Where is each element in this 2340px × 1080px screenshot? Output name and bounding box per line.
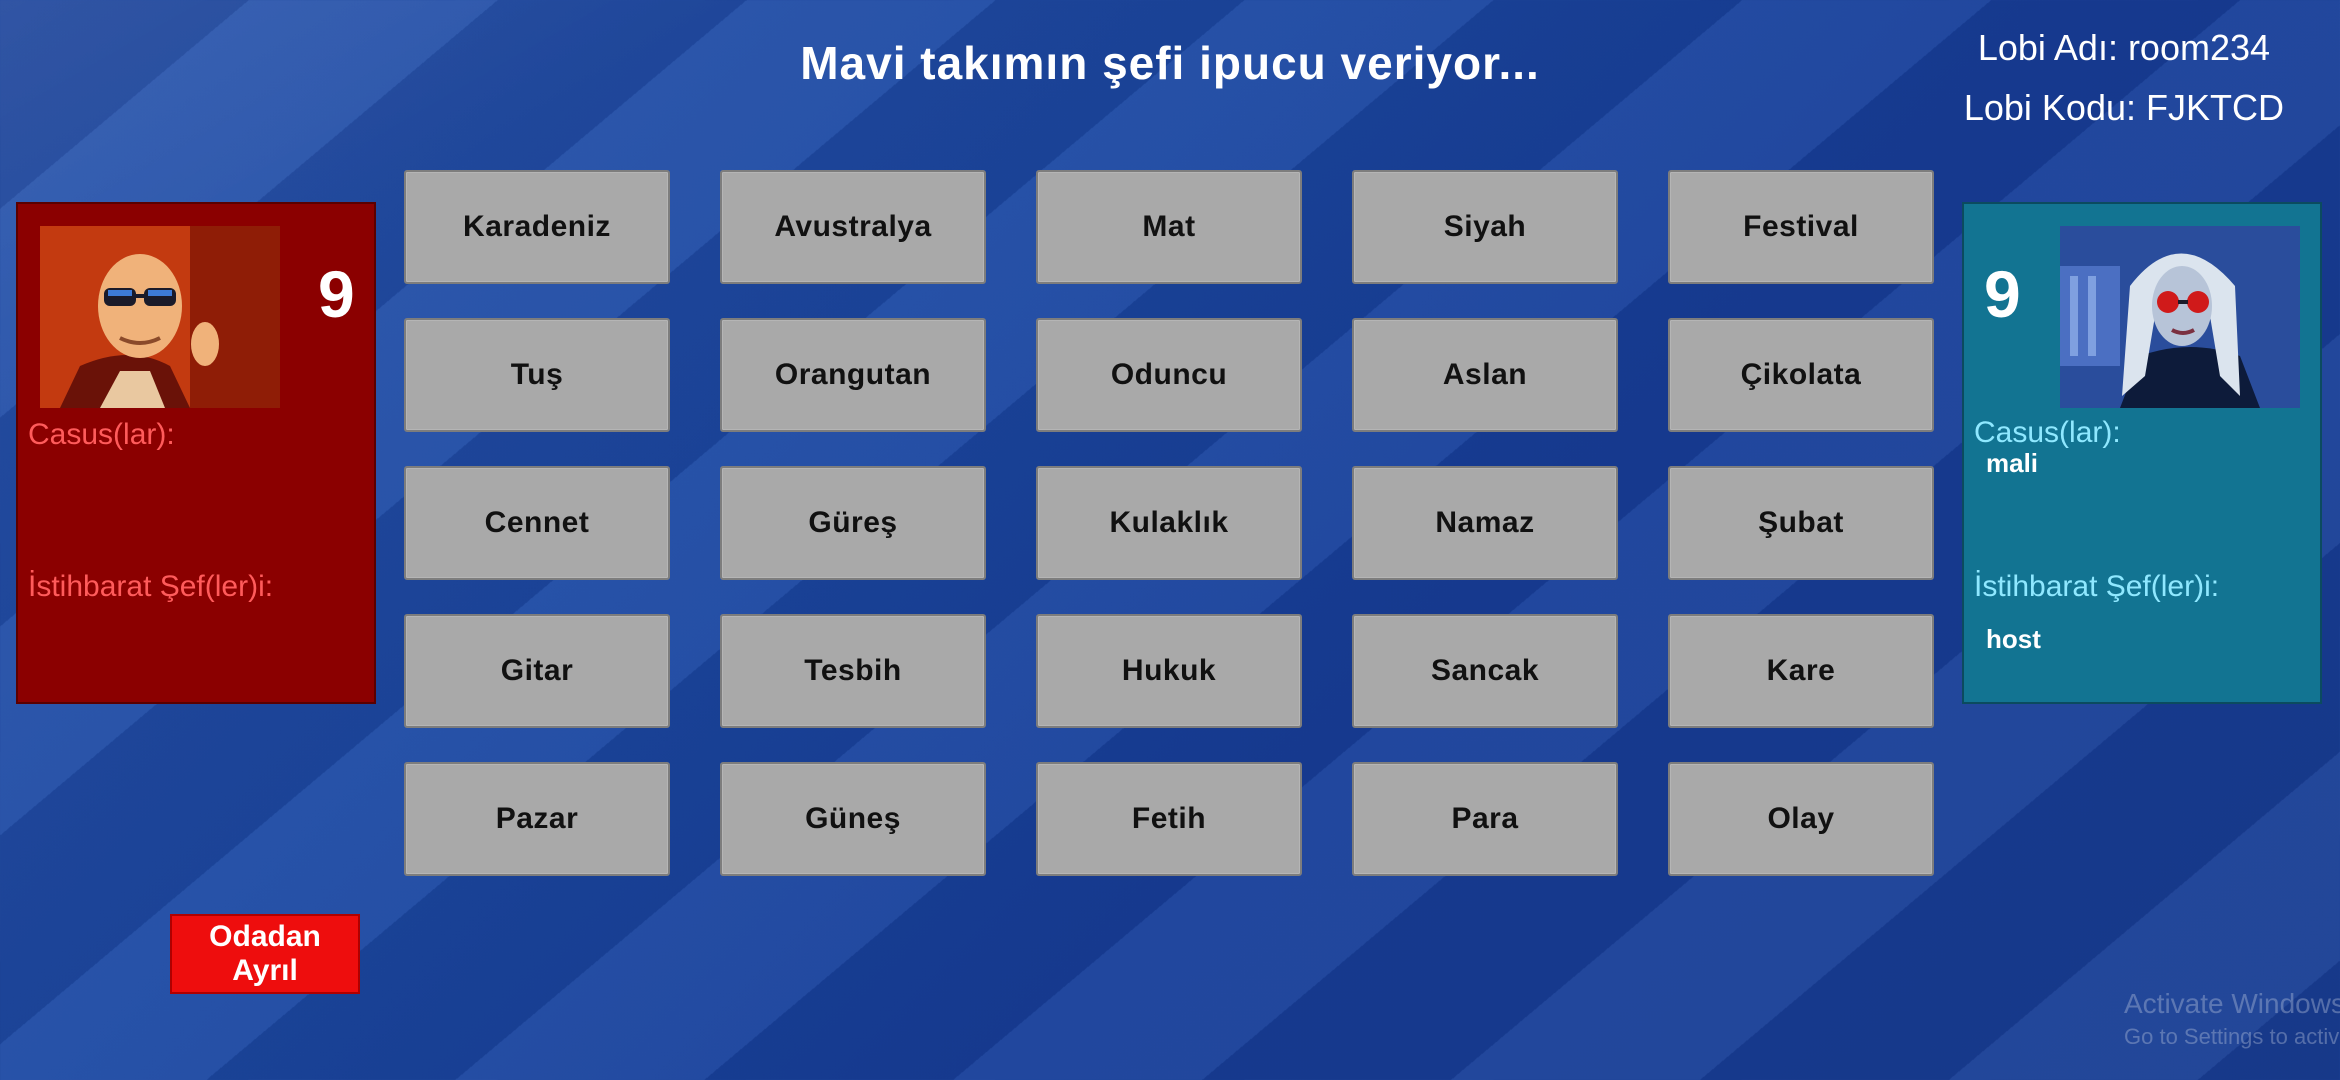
word-card[interactable]: Karadeniz <box>404 170 670 284</box>
word-card[interactable]: Gitar <box>404 614 670 728</box>
word-card[interactable]: Kare <box>1668 614 1934 728</box>
word-card[interactable]: Pazar <box>404 762 670 876</box>
blue-spies-label: Casus(lar): <box>1974 416 2121 449</box>
blue-team-score: 9 <box>1984 257 2021 331</box>
word-card[interactable]: Namaz <box>1352 466 1618 580</box>
word-card[interactable]: Siyah <box>1352 170 1618 284</box>
word-card[interactable]: Güreş <box>720 466 986 580</box>
word-card[interactable]: Oduncu <box>1036 318 1302 432</box>
word-card[interactable]: Aslan <box>1352 318 1618 432</box>
red-spies-label: Casus(lar): <box>28 418 175 451</box>
word-card[interactable]: Tesbih <box>720 614 986 728</box>
blue-chiefs-label: İstihbarat Şef(ler)i: <box>1974 570 2220 603</box>
lobby-code: Lobi Kodu: FJKTCD <box>1963 87 2284 128</box>
word-board: Karadeniz Avustralya Mat Siyah Festival … <box>404 170 1934 876</box>
red-team-panel: 9 Casus(lar): İstihbarat Şef(ler)i: <box>16 202 376 704</box>
word-card[interactable]: Orangutan <box>720 318 986 432</box>
word-card[interactable]: Şubat <box>1668 466 1934 580</box>
word-card[interactable]: Para <box>1352 762 1618 876</box>
blue-team-panel: 9 Casus(lar): mali İstihbarat Şef(ler)i:… <box>1962 202 2322 704</box>
windows-activation-watermark: Activate Windows Go to Settings to activ… <box>2124 988 2340 1050</box>
lobby-info: Lobi Adı: room234 Lobi Kodu: FJKTCD <box>1964 18 2284 138</box>
red-spy-avatar-icon <box>40 226 280 408</box>
watermark-line-2: Go to Settings to activate Windows. <box>2124 1024 2340 1049</box>
watermark-line-1: Activate Windows <box>2124 988 2340 1019</box>
lobby-name: Lobi Adı: room234 <box>1977 27 2271 68</box>
word-card[interactable]: Olay <box>1668 762 1934 876</box>
blue-chief-player: host <box>1986 624 2041 654</box>
blue-spy-avatar-icon <box>2060 226 2300 408</box>
word-card[interactable]: Festival <box>1668 170 1934 284</box>
word-card[interactable]: Fetih <box>1036 762 1302 876</box>
blue-spy-player: mali <box>1986 448 2039 478</box>
word-card[interactable]: Tuş <box>404 318 670 432</box>
word-card[interactable]: Güneş <box>720 762 986 876</box>
word-card[interactable]: Cennet <box>404 466 670 580</box>
blue-team-avatar <box>2060 226 2300 408</box>
word-card[interactable]: Sancak <box>1352 614 1618 728</box>
leave-room-button[interactable]: Odadan Ayrıl <box>170 914 360 994</box>
word-card[interactable]: Hukuk <box>1036 614 1302 728</box>
word-card[interactable]: Mat <box>1036 170 1302 284</box>
word-card[interactable]: Avustralya <box>720 170 986 284</box>
word-card[interactable]: Çikolata <box>1668 318 1934 432</box>
red-team-avatar <box>40 226 280 408</box>
word-card[interactable]: Kulaklık <box>1036 466 1302 580</box>
red-chiefs-label: İstihbarat Şef(ler)i: <box>28 570 274 603</box>
red-team-score: 9 <box>318 257 355 331</box>
